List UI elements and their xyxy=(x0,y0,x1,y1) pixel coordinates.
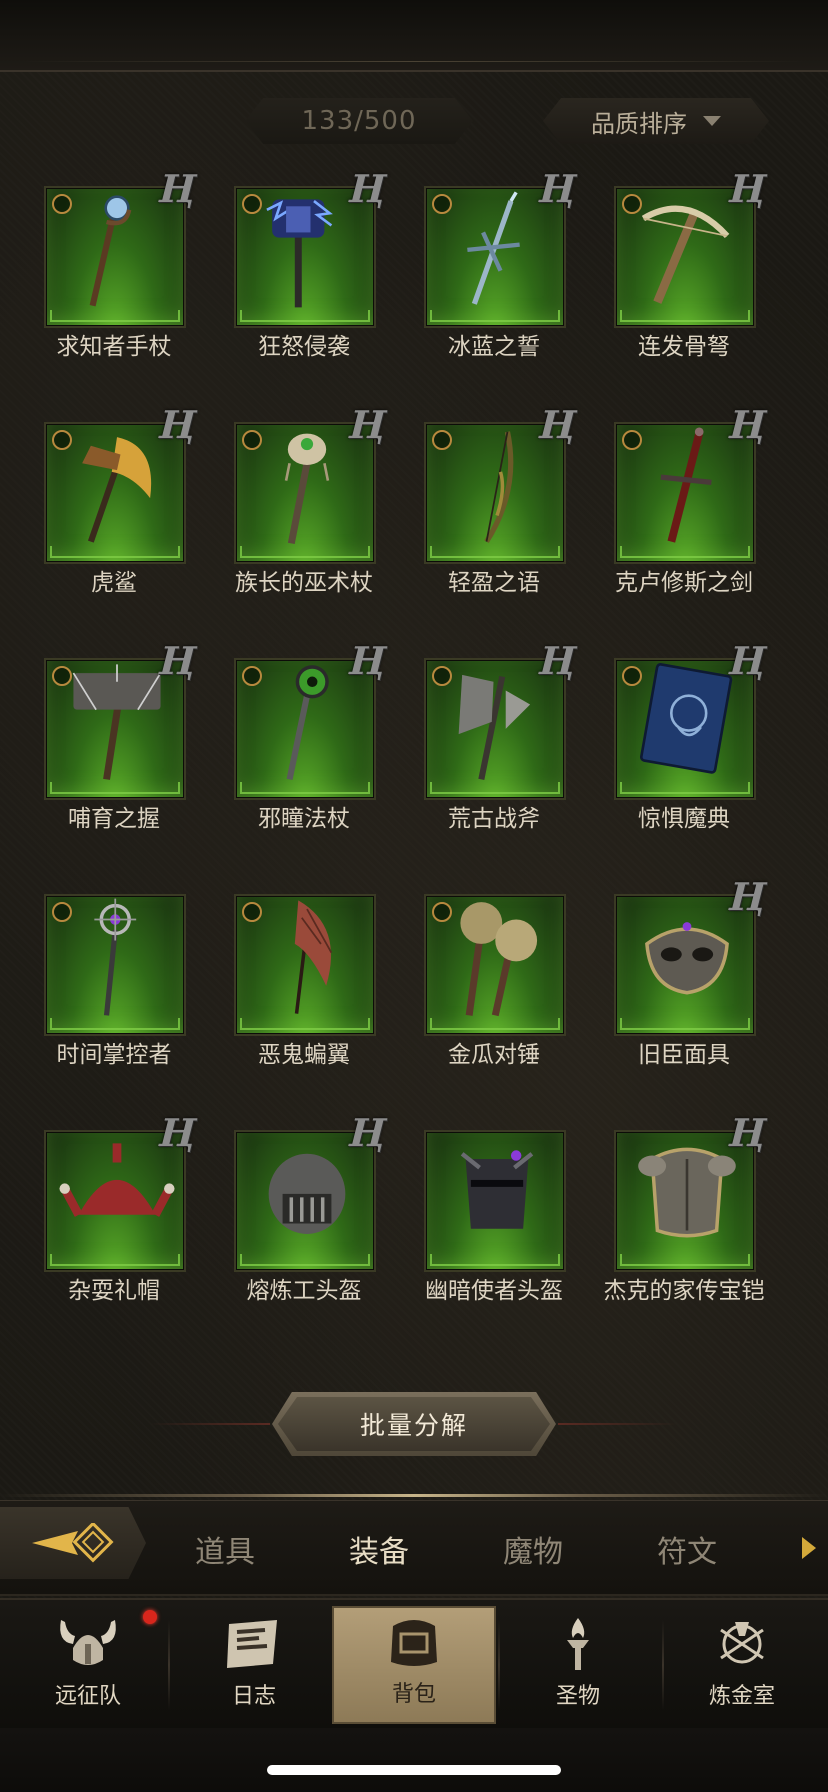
nav-journal[interactable]: 日志 xyxy=(172,1606,336,1724)
select-checkbox[interactable] xyxy=(432,430,452,450)
item-tile[interactable]: Ң xyxy=(614,402,772,564)
item-name: 族长的巫术杖 xyxy=(235,570,373,596)
item-name: 求知者手杖 xyxy=(56,334,172,360)
twin-maces-icon xyxy=(460,902,538,1017)
item-name: 轻盈之语 xyxy=(448,570,540,596)
item-name: 连发骨弩 xyxy=(638,334,730,360)
nav-backpack[interactable]: 背包 xyxy=(332,1606,496,1724)
item-name: 杰克的家传宝铠 xyxy=(603,1278,765,1304)
item-name: 哺育之握 xyxy=(68,806,160,832)
item-tile[interactable]: Ң xyxy=(614,874,772,1036)
select-checkbox[interactable] xyxy=(52,902,72,922)
select-checkbox[interactable] xyxy=(242,902,262,922)
item-tile[interactable]: Ң xyxy=(44,402,202,564)
select-checkbox[interactable] xyxy=(622,194,642,214)
bulk-decor-right xyxy=(558,1423,678,1425)
item-tile[interactable] xyxy=(424,1130,566,1272)
scroll-icon xyxy=(227,1620,277,1668)
alchemy-icon xyxy=(720,1622,764,1664)
select-checkbox[interactable] xyxy=(52,666,72,686)
item-name: 金瓜对锤 xyxy=(448,1042,540,1068)
scepter-icon xyxy=(94,898,137,1016)
item-tile[interactable]: Ң xyxy=(234,402,392,564)
chevron-right-icon[interactable] xyxy=(802,1537,816,1559)
nav-label: 炼金室 xyxy=(708,1684,775,1709)
item-tile[interactable]: Ң xyxy=(44,638,202,800)
nav-separator xyxy=(168,1620,170,1710)
nav-label: 圣物 xyxy=(555,1684,600,1709)
item-name: 邪瞳法杖 xyxy=(258,806,350,832)
category-tabbar: 道具 装备 魔物 符文 xyxy=(0,1500,828,1596)
item-tile[interactable] xyxy=(424,894,566,1036)
bulk-decompose-button[interactable]: 批量分解 xyxy=(278,1397,550,1451)
item-tile[interactable]: Ң xyxy=(234,1110,392,1272)
item-name: 荒古战斧 xyxy=(448,806,540,832)
sort-label: 品质排序 xyxy=(591,109,687,138)
helm-dark-icon xyxy=(460,1150,534,1229)
backpack-icon xyxy=(391,1620,437,1666)
bottom-navbar: 远征队 日志 背包 圣物 炼金室 xyxy=(0,1598,828,1728)
nav-relics[interactable]: 圣物 xyxy=(496,1606,660,1724)
item-name: 杂耍礼帽 xyxy=(68,1278,160,1304)
tab-runes[interactable]: 符文 xyxy=(622,1501,752,1597)
item-tile[interactable]: Ң xyxy=(424,166,582,328)
item-tile[interactable]: Ң xyxy=(614,1110,772,1272)
torch-icon xyxy=(567,1618,589,1670)
item-tile[interactable]: Ң xyxy=(614,638,772,800)
select-checkbox[interactable] xyxy=(52,430,72,450)
item-tile[interactable]: Ң xyxy=(424,402,582,564)
item-name: 冰蓝之誓 xyxy=(448,334,540,360)
item-tile[interactable]: Ң xyxy=(44,166,202,328)
notification-badge xyxy=(143,1610,157,1624)
top-frame xyxy=(0,0,828,72)
item-name: 时间掌控者 xyxy=(56,1042,172,1068)
sort-dropdown[interactable]: 品质排序 xyxy=(543,98,769,144)
viking-helmet-icon xyxy=(60,1620,116,1665)
tab-items[interactable]: 道具 xyxy=(160,1501,290,1597)
select-checkbox[interactable] xyxy=(432,902,452,922)
wing-blade-icon xyxy=(294,900,333,1014)
item-name: 狂怒侵袭 xyxy=(258,334,350,360)
item-tile[interactable]: Ң xyxy=(234,638,392,800)
select-checkbox[interactable] xyxy=(242,194,262,214)
bottom-frame xyxy=(0,1728,828,1792)
item-name: 克卢修斯之剑 xyxy=(615,570,753,596)
select-checkbox[interactable] xyxy=(432,666,452,686)
bulk-decor-left xyxy=(150,1423,270,1425)
item-tile[interactable]: Ң xyxy=(424,638,582,800)
tab-monsters[interactable]: 魔物 xyxy=(468,1501,598,1597)
nav-label: 背包 xyxy=(391,1682,436,1707)
select-checkbox[interactable] xyxy=(432,194,452,214)
item-tile[interactable] xyxy=(234,894,376,1036)
item-name: 惊惧魔典 xyxy=(638,806,730,832)
nav-expedition[interactable]: 远征队 xyxy=(6,1606,170,1724)
nav-label: 日志 xyxy=(231,1684,276,1709)
nav-label: 远征队 xyxy=(54,1684,121,1709)
select-checkbox[interactable] xyxy=(622,666,642,686)
select-checkbox[interactable] xyxy=(622,430,642,450)
back-button[interactable] xyxy=(0,1507,146,1579)
nav-alchemy[interactable]: 炼金室 xyxy=(660,1606,824,1724)
item-tile[interactable]: Ң xyxy=(44,1110,202,1272)
inventory-count: 133/500 xyxy=(245,98,473,144)
tab-divider xyxy=(0,1494,828,1497)
item-name: 熔炼工头盔 xyxy=(246,1278,362,1304)
arrow-left-icon xyxy=(32,1523,114,1563)
item-name: 虎鲨 xyxy=(91,570,137,596)
select-checkbox[interactable] xyxy=(242,666,262,686)
item-name: 幽暗使者头盔 xyxy=(425,1278,563,1304)
tab-equipment[interactable]: 装备 xyxy=(314,1501,444,1597)
select-checkbox[interactable] xyxy=(242,430,262,450)
item-name: 旧臣面具 xyxy=(638,1042,730,1068)
home-indicator[interactable] xyxy=(267,1765,561,1775)
item-tile[interactable] xyxy=(44,894,186,1036)
select-checkbox[interactable] xyxy=(52,194,72,214)
item-name: 恶鬼蝙翼 xyxy=(258,1042,350,1068)
item-tile[interactable]: Ң xyxy=(614,166,772,328)
item-tile[interactable]: Ң xyxy=(234,166,392,328)
chevron-down-icon xyxy=(703,116,721,126)
